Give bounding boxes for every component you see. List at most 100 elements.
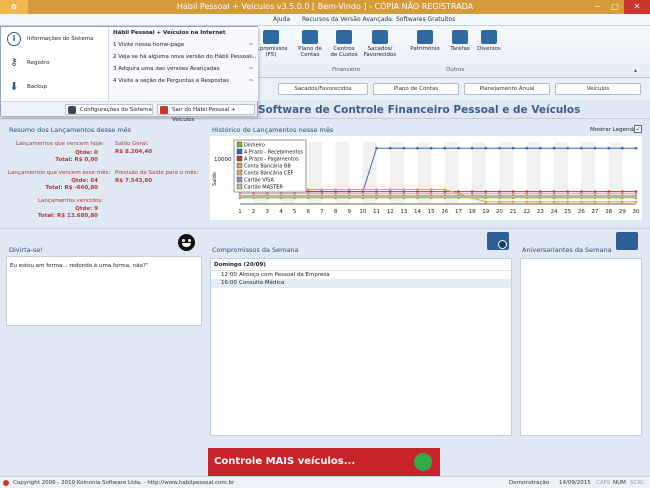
chart-point [306,195,310,198]
chart-point [361,188,365,191]
group-label-financial: Financeiro [332,67,361,73]
chart-x-tick-label: 2 [252,209,256,215]
chart-legend-label: A Prazo - Recebimentos [244,150,304,156]
chart-legend: DinheiroA Prazo - RecebimentosA Prazo - … [233,139,307,193]
download-icon: ⬇ [9,80,19,93]
schedule-row-text: Almoço com Pessoal da Empresa [239,272,330,278]
chart-legend-label: Cartão MASTER [244,185,283,191]
tab-chart-of-accounts[interactable]: Plano de Contas [373,83,459,95]
arrow-right-icon: ⇒ [248,42,253,48]
payees-button[interactable]: Sacados/ Favorecidos [362,30,398,58]
chart-point [580,200,583,204]
month-total: Total: R$ -660,80 [45,185,98,191]
chart-x-tick-label: 11 [373,209,380,215]
menu-bar: Ajuda Recursos da Versão Avançada Softwa… [0,14,650,26]
arrow-right-icon: ⇒ [248,54,253,60]
chart-grid-band [390,142,404,204]
balance-value: R$ 8.204,40 [115,149,153,155]
menu-item-advanced[interactable]: Recursos da Versão Avançada [302,16,392,23]
misc-button[interactable]: Diversos [474,30,504,52]
ad-text: Controle MAIS veículos... [214,456,356,467]
schedule-row-text: Consulta Médica [239,280,285,286]
chart-x-tick-label: 17 [455,209,462,215]
balance-label: Saldo Geral: [115,141,149,147]
settings-button[interactable]: Configurações do Sistema [65,104,153,115]
chart-point [498,200,501,204]
chart-of-accounts-button[interactable]: Plano de Contas [294,30,326,58]
chart-point [238,195,242,198]
chart-legend-label: Cartão VISA [244,178,274,184]
chart-point [416,188,419,191]
group-label-others: Outros [446,67,465,73]
history-title: Histórico de Lançamentos nesse mês [212,126,334,134]
chart-legend-swatch [236,176,243,183]
schedule-row[interactable]: 12:00 Almoço com Pessoal da Empresa [211,270,511,279]
ribbon-collapse-icon[interactable]: ▴ [634,67,637,74]
chart-legend-label: A Prazo - Pagamentos [244,157,299,163]
menu-item-buy-advanced[interactable]: 3 Adquira uma das versões Avançadas ⇒ [113,66,257,72]
internet-title: Hábil Pessoal + Veículos na Internet [113,30,226,36]
cost-centers-button[interactable]: Centros de Custos [328,30,360,58]
chart-point [511,200,515,204]
chart-point [388,146,392,150]
maximize-button[interactable]: □ [606,0,624,14]
commitments-button[interactable]: ...promissos (F5) [254,30,288,58]
chart-point [511,146,515,150]
chart-x-tick-label: 21 [510,209,517,215]
status-date: 14/09/2015 [559,480,591,486]
schedule-row[interactable]: 16:00 Consulta Médica [211,279,511,288]
chart-point [416,146,419,150]
schedule-title: Compromissos da Semana [212,246,299,254]
close-button[interactable]: ✕ [624,0,650,14]
exit-button[interactable]: Sair do Hábil Pessoal + Veículos [157,104,255,123]
chart-grid-band [581,142,596,204]
chart-point [607,195,610,198]
chart-legend-label: Conta Bancária BB [244,163,291,170]
chart-point [320,195,324,198]
chart-point [539,195,542,198]
tab-annual-planning[interactable]: Planejamento Anual [464,83,550,95]
calendar-icon [263,30,279,44]
tab-vehicles[interactable]: Veículos [555,83,641,95]
chart-point [443,146,447,150]
cost-center-icon [336,30,352,44]
chart-grid-band [308,142,322,204]
birthdays-icon[interactable] [616,232,638,250]
tasks-button[interactable]: Tarefas [446,30,474,52]
chart-point [347,195,351,198]
file-menu-right: Hábil Pessoal + Veículos na Internet 1 V… [108,27,258,101]
chart-point [375,188,378,191]
chart-x-tick-label: 25 [564,209,571,215]
today-label: Lançamentos que vencem hoje: [16,141,105,147]
menu-item-backup[interactable]: ⬇ Backup [5,77,105,97]
chart-legend-label: Conta Bancária CEF [244,170,294,177]
chart-point [580,195,583,198]
arrow-right-icon: ⇒ [248,78,253,84]
chart-point [539,200,542,204]
overdue-label: Lançamentos vencidos: [38,198,103,204]
show-legend-label: Mostrar Legenda [590,127,637,133]
schedule-icon[interactable] [487,232,509,250]
today-total: Total: R$ 0,00 [55,157,98,163]
schedule-row-time: 12:00 [221,272,237,278]
minimize-button[interactable]: − [588,0,606,14]
menu-item-help[interactable]: Ajuda [273,16,290,23]
menu-item-new-version[interactable]: 2 Veja se há alguma nova versão do Hábil… [113,54,257,60]
tab-payees[interactable]: Sacados/Favorecidos [278,83,368,95]
key-icon: ⚷ [10,57,18,68]
assets-button[interactable]: Patrimônio [408,30,442,52]
month-qty: Qtde: 64 [71,178,98,184]
chart-point [621,146,624,150]
menu-item-faq[interactable]: 4 Visite a seção de Perguntas e Resposta… [113,78,257,84]
menu-item-homepage[interactable]: 1 Visite nossa home-page ⇒ [113,42,257,48]
chart-x-tick-label: 8 [334,209,338,215]
ad-logo-icon [414,453,432,471]
menu-item-registration[interactable]: ⚷ Registro [5,53,105,73]
menu-item-free-software[interactable]: Softwares Gratuitos [396,16,455,23]
forecast-label: Previsão de Saldo para o mês: [115,170,199,176]
show-legend-checkbox[interactable]: ✓ [634,125,642,133]
menu-item-system-info[interactable]: i Informações do Sistema [5,29,105,49]
ad-banner[interactable]: Controle MAIS veículos... [208,448,440,476]
chart-x-tick-label: 20 [496,209,503,215]
chart-point [484,200,488,204]
